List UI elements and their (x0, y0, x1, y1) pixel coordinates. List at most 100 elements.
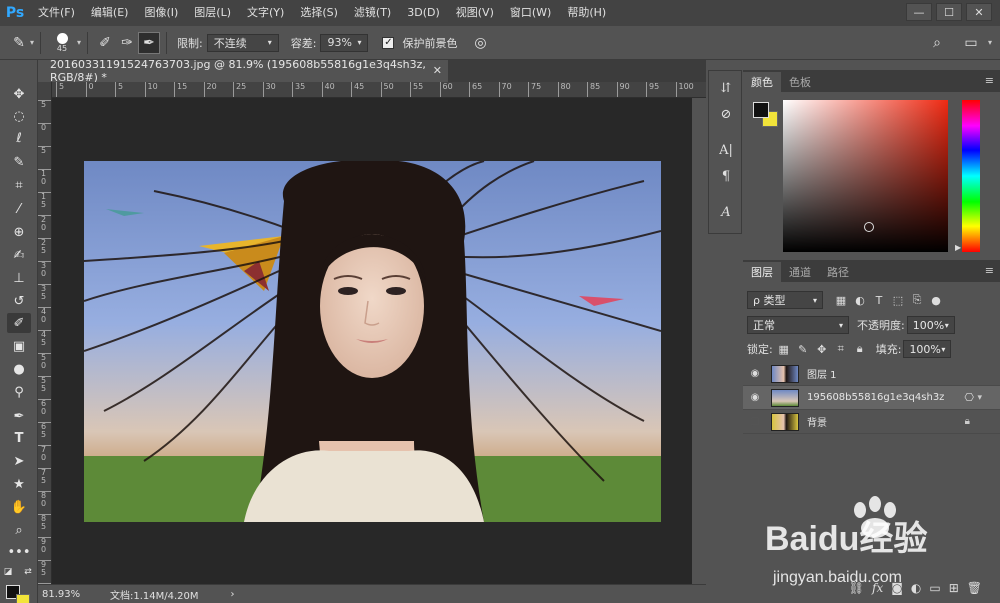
glyphs-icon[interactable]: A (714, 201, 738, 223)
filter-smart-object-icon[interactable]: ⎘ (909, 292, 925, 308)
gradient-tool-icon[interactable]: ▣ (7, 336, 31, 356)
type-tool-icon[interactable]: T (7, 428, 31, 448)
filter-toggle-icon[interactable]: ● (928, 292, 944, 308)
crop-tool-icon[interactable]: ⌗ (7, 175, 31, 195)
pen-tool-icon[interactable]: ✒ (7, 406, 31, 426)
blur-tool-icon[interactable]: ● (7, 359, 31, 379)
zoom-tool-icon[interactable]: ⌕ (7, 520, 31, 540)
adjustment-layer-icon[interactable]: ◐ (911, 581, 921, 595)
clone-stamp-tool-icon[interactable]: ⊥ (7, 268, 31, 288)
shape-tool-icon[interactable]: ★ (7, 474, 31, 494)
color-picker-cursor[interactable] (864, 222, 874, 232)
layer-style-icon[interactable]: fx (872, 581, 883, 595)
limits-select[interactable]: 不连续 ▾ (206, 33, 279, 52)
layer-filter-select[interactable]: ρ 类型 ▾ (747, 291, 823, 309)
status-menu-arrow-icon[interactable]: › (231, 589, 235, 600)
actions-icon[interactable]: ⊘ (714, 103, 738, 125)
more-tools-icon[interactable]: ••• (7, 542, 31, 562)
character-icon[interactable]: A| (714, 139, 738, 161)
delete-layer-icon[interactable]: 🗑︎ (967, 581, 982, 595)
sampling-background-swatch-icon[interactable]: ✒ (138, 31, 161, 54)
menu-image[interactable]: 图像(I) (136, 0, 186, 26)
lock-artboard-icon[interactable]: ⌗ (833, 341, 849, 357)
blend-mode-select[interactable]: 正常 ▾ (747, 316, 849, 334)
maximize-button[interactable]: ☐ (936, 3, 962, 21)
opacity-input[interactable]: 100% ▾ (906, 316, 955, 334)
layer-mask-icon[interactable]: ◙ (891, 581, 903, 595)
close-icon[interactable]: ✕ (433, 64, 442, 77)
brush-preset-picker[interactable]: 45 (47, 28, 77, 58)
brush-tool-icon[interactable]: ✍ (7, 245, 31, 265)
new-group-icon[interactable]: ▭ (929, 581, 940, 595)
fill-input[interactable]: 100% ▾ (903, 340, 952, 358)
new-layer-icon[interactable]: ⊞ (949, 581, 959, 595)
eye-icon[interactable]: ◉ (743, 368, 767, 379)
dodge-tool-icon[interactable]: ⚲ (7, 382, 31, 402)
document-image[interactable] (84, 161, 661, 522)
hand-tool-icon[interactable]: ✋ (7, 497, 31, 517)
menu-view[interactable]: 视图(V) (448, 0, 502, 26)
workspace-icon[interactable]: ▭ (960, 32, 982, 54)
layer-row-layer1[interactable]: ◉ 图层 1 (743, 362, 1000, 386)
color-panel-foreground-swatch[interactable] (753, 102, 769, 118)
filter-pixel-icon[interactable]: ▦ (833, 292, 849, 308)
background-eraser-icon[interactable]: ✎ (8, 32, 30, 54)
menu-3d[interactable]: 3D(D) (399, 0, 448, 26)
swap-colors-icon[interactable]: ⇄ (22, 562, 34, 582)
lock-transparent-icon[interactable]: ▦ (776, 341, 792, 357)
eyedropper-tool-icon[interactable]: ⁄ (7, 199, 31, 219)
tab-swatches[interactable]: 色板 (781, 72, 819, 92)
eye-icon[interactable]: ◉ (743, 392, 767, 403)
menu-layer[interactable]: 图层(L) (186, 0, 239, 26)
layer-row-background[interactable]: ▢ 背景 🔒︎ (743, 410, 1000, 434)
filter-type-icon[interactable]: T (871, 292, 887, 308)
move-tool-icon[interactable]: ✥ (7, 84, 31, 104)
visibility-toggle-empty[interactable]: ▢ (743, 416, 767, 427)
close-button[interactable]: ✕ (966, 3, 992, 21)
panel-menu-icon[interactable]: ≡ (985, 74, 994, 87)
menu-window[interactable]: 窗口(W) (502, 0, 559, 26)
filter-adjustment-icon[interactable]: ◐ (852, 292, 868, 308)
paragraph-icon[interactable]: ¶ (714, 165, 738, 187)
menu-type[interactable]: 文字(Y) (239, 0, 292, 26)
tab-paths[interactable]: 路径 (819, 262, 857, 282)
hue-slider[interactable] (962, 100, 980, 252)
vertical-scrollbar[interactable] (692, 98, 706, 584)
sampling-continuous-icon[interactable]: ✐ (94, 32, 116, 54)
lock-position-icon[interactable]: ✥ (814, 341, 830, 357)
hue-slider-marker-icon[interactable]: ▶ (955, 243, 961, 252)
lock-all-icon[interactable]: 🔒︎ (852, 341, 868, 357)
lasso-tool-icon[interactable]: ℓ (7, 128, 31, 148)
filter-shape-icon[interactable]: ⬚ (890, 292, 906, 308)
menu-file[interactable]: 文件(F) (30, 0, 83, 26)
default-colors-icon[interactable]: ◪ (2, 562, 14, 582)
tab-channels[interactable]: 通道 (781, 262, 819, 282)
document-tab[interactable]: 20160331191524763703.jpg @ 81.9% (195608… (38, 58, 448, 84)
history-brush-tool-icon[interactable]: ↺ (7, 291, 31, 311)
zoom-level[interactable]: 81.93% (38, 589, 94, 600)
history-icon[interactable]: ⇵ (714, 77, 738, 99)
marquee-tool-icon[interactable]: ◌ (7, 106, 31, 126)
chevron-down-icon[interactable]: ▾ (977, 393, 982, 403)
panel-menu-icon[interactable]: ≡ (985, 264, 994, 277)
quick-select-tool-icon[interactable]: ✎ (7, 152, 31, 172)
tolerance-input[interactable]: 93% ▾ (320, 33, 369, 52)
eraser-tool-icon[interactable]: ✐ (7, 313, 31, 333)
background-color-swatch[interactable] (16, 594, 30, 603)
workspace-chevron-icon[interactable]: ▾ (988, 38, 992, 47)
layer-row-selected[interactable]: ◉ 195608b55816g1e3q4sh3z ⎔ ▾ (743, 386, 1000, 410)
tab-color[interactable]: 颜色 (743, 72, 781, 92)
menu-filter[interactable]: 滤镜(T) (346, 0, 399, 26)
link-layers-icon[interactable]: ⛓ (849, 581, 864, 595)
menu-select[interactable]: 选择(S) (292, 0, 346, 26)
healing-brush-tool-icon[interactable]: ⊕ (7, 222, 31, 242)
brush-chevron-icon[interactable]: ▾ (77, 38, 81, 47)
pressure-size-icon[interactable]: ◎ (469, 32, 491, 54)
lock-image-icon[interactable]: ✎ (795, 341, 811, 357)
sampling-once-icon[interactable]: ✑ (116, 32, 138, 54)
protect-foreground-checkbox[interactable]: ✓ (382, 36, 395, 49)
menu-edit[interactable]: 编辑(E) (83, 0, 137, 26)
canvas-area[interactable] (52, 98, 692, 584)
path-selection-tool-icon[interactable]: ➤ (7, 451, 31, 471)
menu-help[interactable]: 帮助(H) (559, 0, 614, 26)
